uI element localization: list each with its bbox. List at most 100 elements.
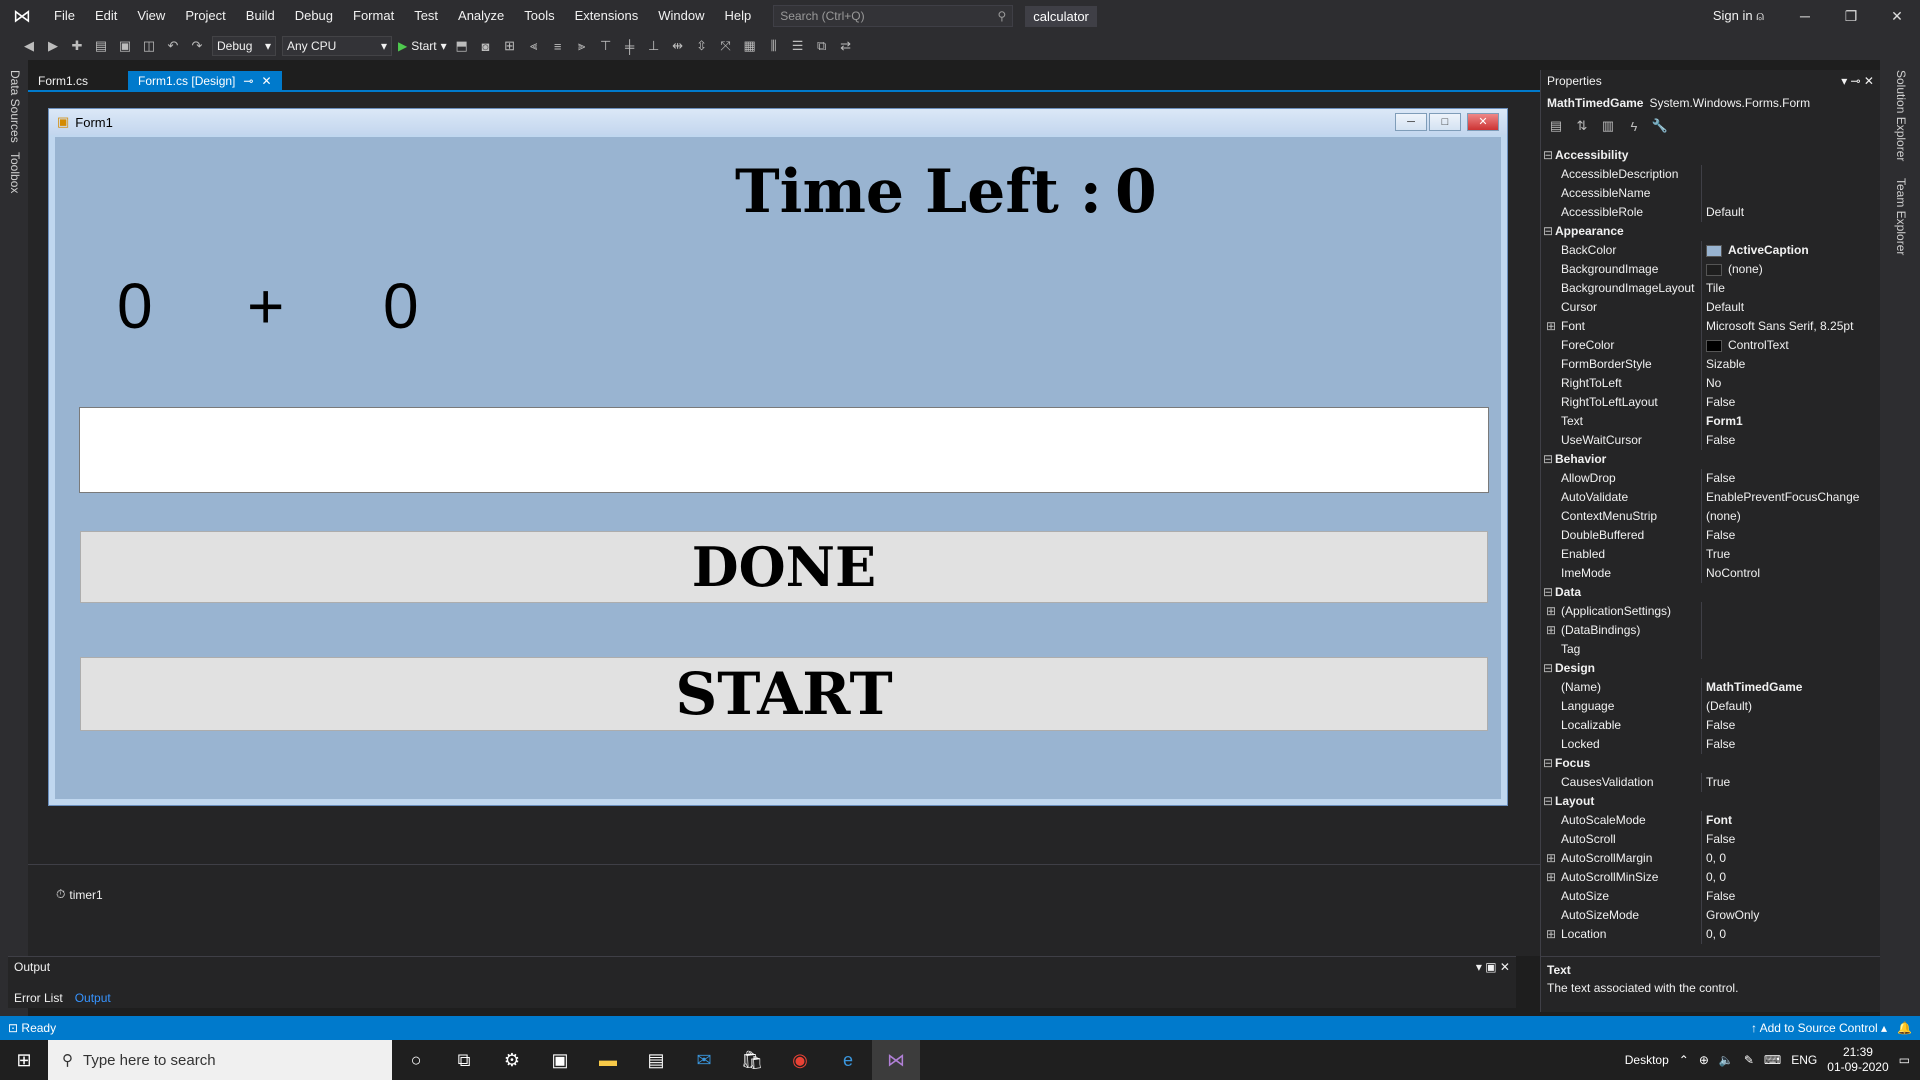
property-value-text[interactable]: 0, 0	[1706, 851, 1726, 865]
expand-icon[interactable]: ⊞	[1541, 849, 1561, 868]
platform-value[interactable]: Any CPU	[287, 39, 336, 53]
form-title-bar[interactable]: ▣ Form1 ─ □ ✕	[49, 109, 1507, 135]
property-row[interactable]: Enabled True	[1541, 545, 1871, 564]
property-value-text[interactable]: False	[1706, 471, 1735, 485]
property-value-text[interactable]: True	[1706, 547, 1730, 561]
property-value-text[interactable]: Microsoft Sans Serif, 8.25pt	[1706, 319, 1853, 333]
property-row[interactable]: AutoScaleMode Font	[1541, 811, 1871, 830]
category-label[interactable]: ⊟ Layout	[1541, 792, 1871, 811]
tab-order-icon[interactable]: ⇄	[837, 37, 855, 55]
property-value-text[interactable]: (none)	[1706, 509, 1741, 523]
property-row[interactable]: Language (Default)	[1541, 697, 1871, 716]
property-name[interactable]: AccessibleDescription	[1541, 165, 1701, 184]
property-row[interactable]: ⊞ Location 0, 0	[1541, 925, 1871, 944]
property-value-text[interactable]: Default	[1706, 300, 1744, 314]
align-center-icon[interactable]: ≡	[549, 37, 567, 55]
property-row[interactable]: ⊞ Font Microsoft Sans Serif, 8.25pt	[1541, 317, 1871, 336]
bring-front-icon[interactable]: ⧉	[813, 37, 831, 55]
category-name[interactable]: Accessibility	[1555, 148, 1628, 162]
category-name[interactable]: Appearance	[1555, 224, 1624, 238]
property-name-text[interactable]: CausesValidation	[1561, 775, 1654, 789]
property-value-text[interactable]: False	[1706, 528, 1735, 542]
property-value-text[interactable]: No	[1706, 376, 1721, 390]
h-spacing-icon[interactable]: ⫼	[765, 37, 783, 55]
volume-icon[interactable]: 🔈	[1719, 1053, 1734, 1067]
property-value-text[interactable]: (Default)	[1706, 699, 1752, 713]
property-name[interactable]: ⊞ (DataBindings)	[1541, 621, 1701, 640]
expand-icon[interactable]: ⊞	[1541, 602, 1561, 621]
property-value[interactable]	[1701, 165, 1871, 184]
visual-studio-icon[interactable]: ⋈	[872, 1040, 920, 1080]
pin-icon[interactable]: ⊸	[243, 71, 253, 92]
property-value[interactable]: False	[1701, 887, 1871, 906]
property-category[interactable]: ⊟ Accessibility	[1541, 146, 1871, 165]
menu-debug[interactable]: Debug	[285, 0, 343, 32]
property-value-text[interactable]: GrowOnly	[1706, 908, 1759, 922]
collapse-icon[interactable]: ⊟	[1541, 792, 1555, 811]
done-label[interactable]: DONE	[692, 535, 876, 599]
property-name[interactable]: AutoScaleMode	[1541, 811, 1701, 830]
output-window-controls[interactable]: ▾ ▣ ✕	[1476, 960, 1510, 974]
tab-form1-designer[interactable]: Form1.cs [Design] ⊸ ✕	[128, 71, 282, 92]
properties-window-controls[interactable]: ▾ ⊸ ✕	[1841, 74, 1874, 88]
property-name[interactable]: AccessibleName	[1541, 184, 1701, 203]
menu-test[interactable]: Test	[404, 0, 448, 32]
property-name-text[interactable]: Localizable	[1561, 718, 1621, 732]
align-left-icon[interactable]: ⫷	[525, 37, 543, 55]
expand-icon[interactable]: ⊞	[1541, 925, 1561, 944]
property-category[interactable]: ⊟ Focus	[1541, 754, 1871, 773]
property-value[interactable]	[1701, 640, 1871, 659]
notifications-icon[interactable]: ▭	[1899, 1053, 1910, 1067]
property-category[interactable]: ⊟ Data	[1541, 583, 1871, 602]
property-value-text[interactable]: False	[1706, 737, 1735, 751]
property-category[interactable]: ⊟ Behavior	[1541, 450, 1871, 469]
menu-window[interactable]: Window	[648, 0, 714, 32]
language-indicator[interactable]: ENG	[1791, 1053, 1817, 1067]
collapse-icon[interactable]: ⊟	[1541, 583, 1555, 602]
property-value-text[interactable]: Default	[1706, 205, 1744, 219]
file-explorer-icon[interactable]: ▬	[584, 1040, 632, 1080]
edge-icon[interactable]: e	[824, 1040, 872, 1080]
tab-output[interactable]: Output	[69, 988, 117, 1008]
property-row[interactable]: BackColor ActiveCaption	[1541, 241, 1871, 260]
browse-icon[interactable]: ⬒	[453, 37, 471, 55]
category-label[interactable]: ⊟ Appearance	[1541, 222, 1871, 241]
tab-label[interactable]: Form1.cs [Design]	[138, 71, 235, 92]
property-row[interactable]: Cursor Default	[1541, 298, 1871, 317]
expand-icon[interactable]: ⊞	[1541, 868, 1561, 887]
start-label[interactable]: Start	[411, 39, 436, 53]
category-name[interactable]: Data	[1555, 585, 1581, 599]
property-value[interactable]: False	[1701, 393, 1871, 412]
desktop-toolbar[interactable]: Desktop	[1625, 1053, 1669, 1067]
property-name[interactable]: Text	[1541, 412, 1701, 431]
property-category[interactable]: ⊟ Layout	[1541, 792, 1871, 811]
property-value[interactable]: False	[1701, 716, 1871, 735]
property-name[interactable]: AutoSize	[1541, 887, 1701, 906]
property-name-text[interactable]: AutoValidate	[1561, 490, 1628, 504]
property-value[interactable]: ControlText	[1701, 336, 1871, 355]
category-name[interactable]: Behavior	[1555, 452, 1606, 466]
property-value[interactable]: False	[1701, 830, 1871, 849]
search-placeholder[interactable]: Search (Ctrl+Q)	[780, 9, 864, 23]
property-value[interactable]: Microsoft Sans Serif, 8.25pt	[1701, 317, 1871, 336]
task-view-icon[interactable]: ⧉	[440, 1040, 488, 1080]
property-value[interactable]: No	[1701, 374, 1871, 393]
windows-start-icon[interactable]: ⊞	[0, 1040, 48, 1080]
property-name-text[interactable]: UseWaitCursor	[1561, 433, 1642, 447]
property-value[interactable]: MathTimedGame	[1701, 678, 1871, 697]
expand-icon[interactable]: ⊞	[1541, 621, 1561, 640]
source-control-label[interactable]: Add to Source Control	[1760, 1021, 1878, 1035]
network-icon[interactable]: ⊕	[1699, 1053, 1709, 1067]
form-window[interactable]: ▣ Form1 ─ □ ✕ Time Left : 0 0 + 0 DONE S…	[48, 108, 1508, 806]
undo-icon[interactable]: ↶	[164, 37, 182, 55]
property-value[interactable]: Form1	[1701, 412, 1871, 431]
store-icon[interactable]: 🛍	[728, 1040, 776, 1080]
chevron-down-icon[interactable]: ▾	[265, 39, 271, 53]
collapse-icon[interactable]: ⊟	[1541, 146, 1555, 165]
property-name-text[interactable]: AutoSize	[1561, 889, 1609, 903]
property-pages-icon[interactable]: 🔧	[1651, 117, 1669, 135]
property-value[interactable]: 0, 0	[1701, 868, 1871, 887]
property-row[interactable]: AutoSize False	[1541, 887, 1871, 906]
menu-view[interactable]: View	[127, 0, 175, 32]
property-name[interactable]: BackgroundImage	[1541, 260, 1701, 279]
